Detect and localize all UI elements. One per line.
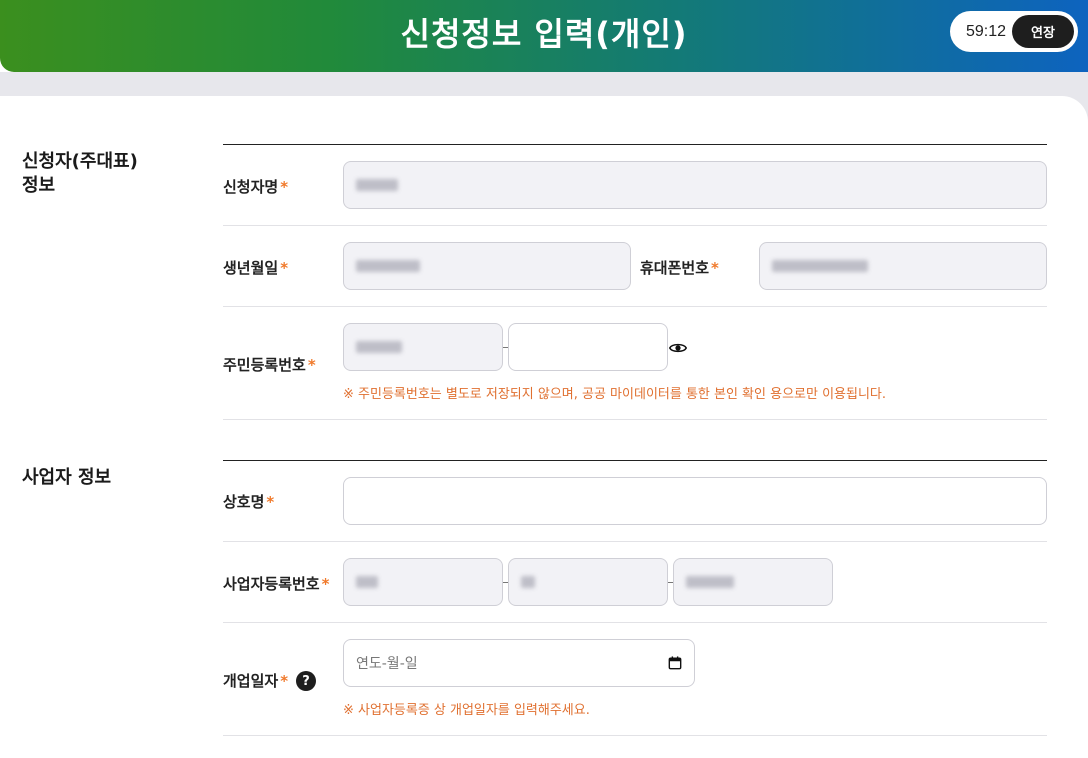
row-divider (223, 622, 1047, 623)
applicant-name-label: 신청자명 * (223, 176, 288, 197)
brn-part3-field[interactable] (673, 558, 833, 606)
masked-value (521, 576, 535, 588)
rrn-label: 주민등록번호 * (223, 354, 316, 375)
brn-label-text: 사업자등록번호 (223, 575, 320, 593)
business-section-divider (223, 460, 1047, 461)
phone-label: 휴대폰번호 * (640, 257, 719, 278)
applicant-section-title: 신청자(주대표) 정보 (22, 151, 138, 196)
required-mark: * (280, 672, 289, 690)
business-section-title: 사업자 정보 (22, 467, 112, 488)
row-divider (223, 419, 1047, 420)
masked-value (356, 260, 420, 272)
trade-name-label: 상호명 * (223, 491, 274, 512)
open-date-label: 개업일자 * (223, 670, 288, 691)
help-icon[interactable]: ? (296, 671, 316, 691)
applicant-name-field[interactable] (343, 161, 1047, 209)
open-date-notice: ※ 사업자등록증 상 개업일자를 입력해주세요. (343, 703, 590, 718)
session-timer: 59:12 연장 (950, 11, 1078, 52)
row-divider (223, 735, 1047, 736)
rrn-back-field[interactable] (508, 323, 668, 371)
trade-name-field[interactable] (343, 477, 1047, 525)
masked-value (686, 576, 734, 588)
applicant-name-label-text: 신청자명 (223, 178, 279, 196)
trade-name-label-text: 상호명 (223, 493, 265, 511)
rrn-front-field[interactable] (343, 323, 503, 371)
row-divider (223, 225, 1047, 226)
rrn-label-text: 주민등록번호 (223, 356, 306, 374)
brn-part2-field[interactable] (508, 558, 668, 606)
row-divider (223, 541, 1047, 542)
calendar-icon[interactable] (668, 656, 682, 670)
brn-part1-field[interactable] (343, 558, 503, 606)
required-mark: * (711, 259, 719, 277)
page-header: 신청정보 입력(개인) 59:12 연장 (0, 0, 1088, 72)
eye-icon[interactable] (669, 339, 687, 357)
masked-value (356, 341, 402, 353)
required-mark: * (280, 178, 289, 196)
open-date-label-text: 개업일자 (223, 672, 279, 690)
form-card: 신청자(주대표) 정보 신청자명 * 생년월일 * 휴대폰번호 * 주민등록번호 * ※… (0, 96, 1088, 758)
required-mark: * (307, 356, 316, 374)
required-mark: * (266, 493, 275, 511)
extend-session-button[interactable]: 연장 (1012, 15, 1074, 48)
masked-value (356, 179, 398, 191)
phone-field[interactable] (759, 242, 1047, 290)
open-date-placeholder: 연도-월-일 (356, 656, 418, 672)
rrn-notice: ※ 주민등록번호는 별도로 저장되지 않으며, 공공 마이데이터를 통한 본인 … (343, 387, 887, 402)
open-date-field[interactable]: 연도-월-일 (343, 639, 695, 687)
phone-label-text: 휴대폰번호 (640, 259, 710, 277)
applicant-section-divider (223, 144, 1047, 145)
required-mark: * (321, 575, 330, 593)
masked-value (772, 260, 868, 272)
required-mark: * (280, 259, 289, 277)
masked-value (356, 576, 378, 588)
birth-date-label-text: 생년월일 (223, 259, 279, 277)
page-title: 신청정보 입력(개인) (400, 15, 688, 53)
row-divider (223, 306, 1047, 307)
brn-label: 사업자등록번호 * (223, 573, 329, 594)
timer-text: 59:12 (966, 22, 1007, 40)
birth-date-field[interactable] (343, 242, 631, 290)
birth-date-label: 생년월일 * (223, 257, 288, 278)
